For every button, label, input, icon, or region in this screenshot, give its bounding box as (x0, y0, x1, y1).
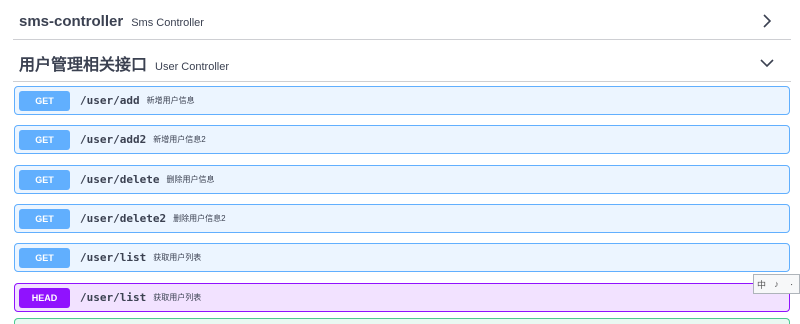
operation-row-partial[interactable] (14, 318, 790, 324)
section-description: Sms Controller (131, 16, 204, 29)
operation-row[interactable]: GET /user/delete2 删除用户信息2 (14, 204, 790, 233)
operation-summary: 新增用户信息 (146, 96, 195, 105)
ime-punctuation-icon[interactable]: ♪ (769, 279, 784, 289)
section-title: 用户管理相关接口 (19, 56, 148, 74)
operation-path: /user/delete2 (80, 212, 167, 225)
method-badge: GET (19, 129, 70, 150)
method-badge: GET (19, 90, 70, 111)
operation-row[interactable]: GET /user/add 新增用户信息 (14, 86, 790, 115)
operation-path: /user/list (80, 291, 147, 304)
ime-mode-toggle[interactable]: 中 (754, 278, 769, 291)
section-description: User Controller (155, 60, 229, 73)
method-badge: GET (19, 208, 70, 229)
operation-summary: 获取用户列表 (153, 253, 202, 262)
section-heading: 用户管理相关接口 User Controller (13, 51, 229, 75)
operation-summary: 获取用户列表 (153, 293, 202, 302)
section-sms-controller[interactable]: sms-controller Sms Controller (13, 3, 791, 40)
section-heading: sms-controller Sms Controller (13, 13, 204, 30)
section-title: sms-controller (19, 12, 124, 30)
operation-row[interactable]: GET /user/delete 删除用户信息 (14, 165, 790, 194)
chevron-down-icon[interactable] (759, 55, 775, 71)
method-badge: HEAD (19, 287, 70, 308)
ime-layout-icon[interactable]: ㆍ (784, 278, 799, 291)
method-badge: GET (19, 247, 70, 268)
operation-summary: 删除用户信息2 (173, 214, 226, 223)
operation-path: /user/delete (80, 173, 160, 186)
swagger-ui-page: sms-controller Sms Controller 用户管理相关接口 U… (0, 0, 800, 324)
ime-toolbar[interactable]: 中 ♪ ㆍ (753, 274, 800, 294)
operation-row[interactable]: GET /user/add2 新增用户信息2 (14, 125, 790, 154)
operation-row[interactable]: GET /user/list 获取用户列表 (14, 243, 790, 272)
operation-row[interactable]: HEAD /user/list 获取用户列表 (14, 283, 790, 312)
chevron-right-icon[interactable] (759, 13, 775, 29)
operation-summary: 新增用户信息2 (153, 135, 206, 144)
method-badge: GET (19, 169, 70, 190)
section-user-controller[interactable]: 用户管理相关接口 User Controller (13, 44, 791, 82)
operation-path: /user/list (80, 251, 147, 264)
operation-summary: 删除用户信息 (166, 175, 215, 184)
operation-path: /user/add2 (80, 133, 147, 146)
operation-path: /user/add (80, 94, 140, 107)
